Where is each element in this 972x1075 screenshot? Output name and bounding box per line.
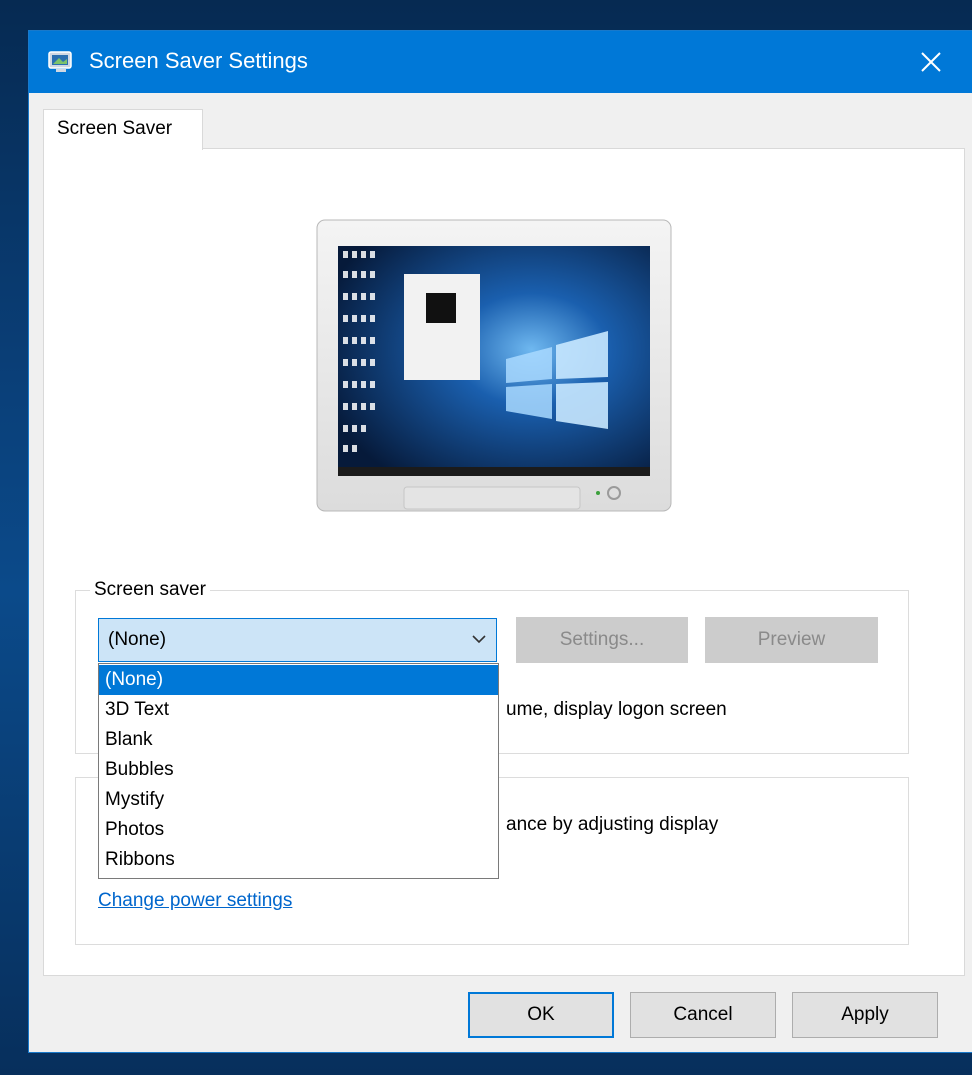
dropdown-option-ribbons[interactable]: Ribbons [99,845,498,875]
tab-screen-saver[interactable]: Screen Saver [43,109,203,150]
settings-button[interactable]: Settings... [516,617,688,663]
screen-saver-select-value: (None) [108,629,167,650]
dropdown-option-none[interactable]: (None) [99,665,498,695]
close-button[interactable] [885,31,972,93]
ok-button[interactable]: OK [468,992,614,1038]
window-title: Screen Saver Settings [89,48,308,73]
title-bar[interactable]: Screen Saver Settings [29,31,972,93]
dropdown-option-photos[interactable]: Photos [99,815,498,845]
screen-saver-app-icon [47,49,75,75]
ok-button-label: OK [527,1004,555,1025]
preview-button[interactable]: Preview [705,617,878,663]
apply-button-label: Apply [841,1004,889,1025]
chevron-down-icon [472,635,486,644]
close-icon [921,52,941,72]
cancel-button[interactable]: Cancel [630,992,776,1038]
change-power-settings-link[interactable]: Change power settings [98,890,292,912]
power-description-text: ance by adjusting display [506,814,719,835]
cancel-button-label: Cancel [673,1004,733,1025]
dropdown-option-mystify[interactable]: Mystify [99,785,498,815]
monitor-preview [316,219,672,513]
screen-saver-dialog: Screen Saver Settings Screen Saver Scree… [29,31,972,1052]
resume-logon-text: ume, display logon screen [506,699,727,720]
screen-saver-group-label: Screen saver [90,579,210,601]
apply-button[interactable]: Apply [792,992,938,1038]
dropdown-option-bubbles[interactable]: Bubbles [99,755,498,785]
tab-screen-saver-label: Screen Saver [57,118,173,139]
settings-button-label: Settings... [559,629,645,650]
dropdown-option-blank[interactable]: Blank [99,725,498,755]
tab-panel: Screen saver (None) Settings... Preview … [43,148,965,976]
screen-saver-select[interactable]: (None) [98,618,497,662]
screen-saver-dropdown-list: (None) 3D Text Blank Bubbles Mystify Pho… [98,663,499,879]
preview-button-label: Preview [757,629,826,650]
dropdown-option-3d-text[interactable]: 3D Text [99,695,498,725]
